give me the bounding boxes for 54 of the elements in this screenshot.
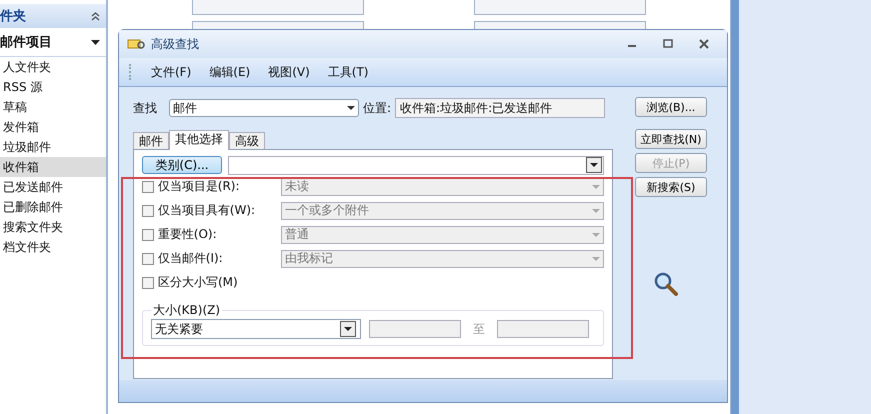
folder-item[interactable]: 搜索文件夹: [0, 217, 106, 237]
caret-icon[interactable]: [586, 157, 602, 173]
option-dropdown[interactable]: 一个或多个附件: [281, 202, 604, 220]
input-field[interactable]: [369, 320, 461, 338]
maximize-icon[interactable]: [663, 39, 673, 49]
checkbox[interactable]: [142, 276, 154, 288]
size-dropdown[interactable]: 无关紧要: [151, 319, 361, 339]
group-label: 大小(KB)(Z): [152, 302, 222, 319]
checkbox[interactable]: [142, 252, 154, 264]
category-button[interactable]: 类别(C)...: [142, 156, 222, 174]
option-dropdown[interactable]: 普通: [281, 226, 604, 244]
action-button[interactable]: 立即查找(N): [635, 129, 707, 149]
option-label: 仅当项目是(R):: [158, 178, 241, 195]
option-label: 仅当项目具有(W):: [158, 202, 256, 219]
option-label: 仅当邮件(I):: [158, 250, 224, 267]
folder-item[interactable]: 收件箱: [0, 157, 106, 177]
envelope-icon: [127, 37, 145, 51]
input-field[interactable]: [497, 320, 589, 338]
caret-icon[interactable]: [340, 321, 356, 337]
range-separator: 至: [472, 320, 486, 338]
tab[interactable]: 邮件: [133, 132, 169, 149]
checkbox[interactable]: [142, 228, 154, 240]
find-dropdown[interactable]: 邮件: [169, 99, 359, 117]
menu-item[interactable]: 视图(V): [268, 64, 310, 80]
folder-item[interactable]: 已发送邮件: [0, 177, 106, 197]
collapse-icon[interactable]: [91, 12, 100, 20]
folder-item[interactable]: 已删除邮件: [0, 197, 106, 217]
caret-icon[interactable]: [91, 40, 100, 44]
option-label: 重要性(O):: [158, 226, 218, 243]
folder-item[interactable]: 垃圾邮件: [0, 137, 106, 157]
tab[interactable]: 其他选择: [169, 130, 229, 150]
location-field: 收件箱:垃圾邮件:已发送邮件: [395, 98, 606, 118]
checkbox[interactable]: [142, 204, 154, 216]
folder-item[interactable]: 发件箱: [0, 117, 106, 137]
section-title: 邮件项目: [0, 34, 52, 51]
location-label: 位置:: [363, 100, 392, 116]
window-title: 高级查找: [151, 36, 199, 52]
action-button[interactable]: 新搜索(S): [635, 177, 707, 197]
folder-item[interactable]: 人文件夹: [0, 57, 106, 77]
caret-icon[interactable]: [347, 106, 355, 110]
option-label: 区分大小写(M): [158, 274, 239, 291]
browse-button[interactable]: 浏览(B)...: [635, 97, 707, 117]
menu-item[interactable]: 编辑(E): [209, 64, 250, 80]
close-icon[interactable]: [699, 39, 709, 49]
search-icon: [653, 271, 679, 297]
menu-item[interactable]: 文件(F): [151, 64, 192, 80]
folder-item[interactable]: RSS 源: [0, 77, 106, 97]
find-label: 查找: [133, 100, 157, 116]
option-dropdown[interactable]: 由我标记: [281, 250, 604, 268]
folder-item[interactable]: 档文件夹: [0, 237, 106, 257]
checkbox[interactable]: [142, 180, 154, 192]
folder-item[interactable]: 草稿: [0, 97, 106, 117]
menu-item[interactable]: 工具(T): [328, 64, 368, 80]
tab[interactable]: 高级: [229, 132, 265, 149]
